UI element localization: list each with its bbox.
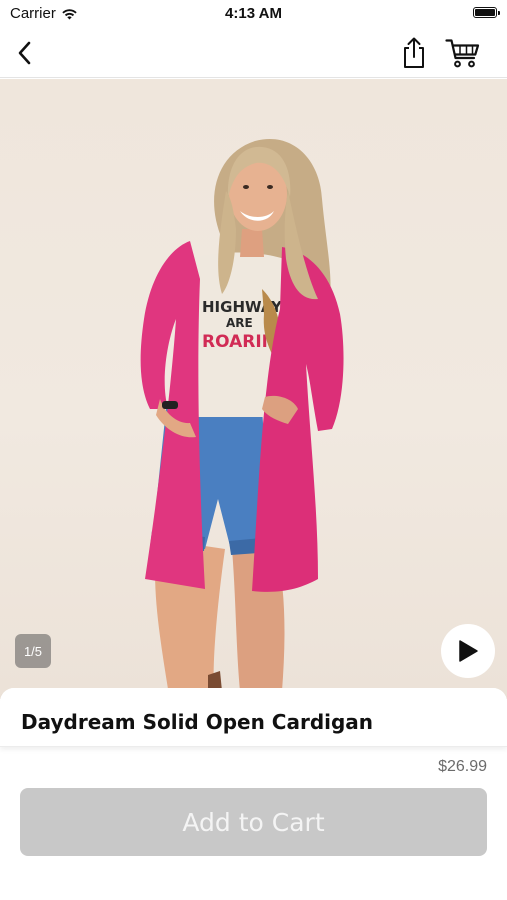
navigation-bar xyxy=(0,28,507,78)
product-detail-screen: Carrier 4:13 AM HIGHWAYS ARE ROARING 1/5… xyxy=(0,0,507,900)
add-to-cart-button[interactable]: Add to Cart xyxy=(20,788,487,856)
share-button[interactable] xyxy=(397,36,431,70)
product-title-card: Daydream Solid Open Cardigan xyxy=(0,688,507,747)
clock: 4:13 AM xyxy=(225,5,282,22)
cart-button[interactable] xyxy=(443,36,483,70)
cart-icon xyxy=(445,39,480,68)
play-video-button[interactable] xyxy=(441,624,495,678)
play-icon xyxy=(459,640,478,662)
product-title: Daydream Solid Open Cardigan xyxy=(21,710,374,734)
share-icon xyxy=(404,37,424,68)
shirt-print-line2: ARE xyxy=(226,316,253,330)
product-details-sheet: Daydream Solid Open Cardigan $26.99 Add … xyxy=(0,688,507,900)
back-button[interactable] xyxy=(8,36,42,70)
image-counter: 1/5 xyxy=(15,634,51,668)
product-image-gallery[interactable]: HIGHWAYS ARE ROARING 1/5 xyxy=(0,79,507,699)
product-photo: HIGHWAYS ARE ROARING xyxy=(140,138,344,691)
product-price: $26.99 xyxy=(438,758,487,775)
back-chevron-icon xyxy=(18,41,31,65)
status-bar: Carrier 4:13 AM xyxy=(0,0,507,28)
battery-icon xyxy=(473,7,500,18)
